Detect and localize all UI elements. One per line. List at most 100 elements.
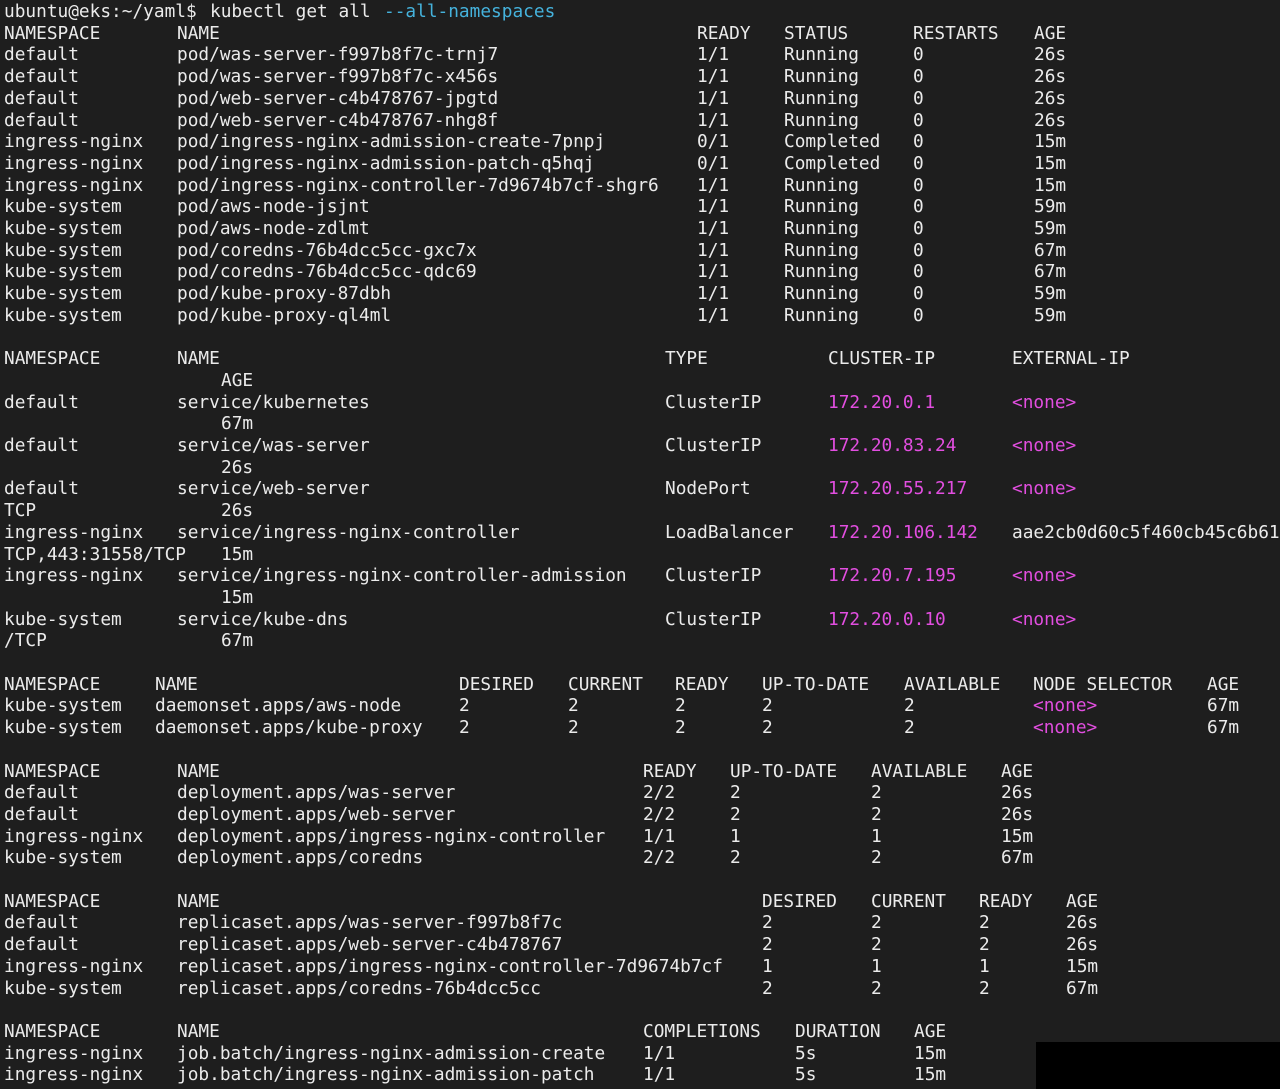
pod-cell-age: 59m bbox=[1034, 218, 1067, 239]
pod-cell-age: 15m bbox=[1034, 131, 1067, 153]
pod-cell-name: pod/aws-node-jsjnt bbox=[177, 196, 370, 218]
pod-cell-namespace: ingress-nginx bbox=[4, 174, 144, 196]
replicaset-cell-ready: 2 bbox=[979, 912, 990, 934]
job-cell-name: job.batch/ingress-nginx-admission-create bbox=[177, 1042, 606, 1064]
pod-cell-ready: 1/1 bbox=[697, 174, 730, 196]
replicaset-cell-desired: 1 bbox=[762, 955, 773, 977]
deployment-cell-namespace: default bbox=[4, 803, 79, 825]
pod-cell-age: 26s bbox=[1034, 44, 1067, 66]
pod-cell-namespace: kube-system bbox=[4, 196, 122, 218]
command-flag: --all-namespaces bbox=[384, 1, 556, 22]
prompt-line: ubuntu@eks:~/yaml$ kubectl get all --all… bbox=[4, 1, 555, 23]
replicaset-cell-namespace: ingress-nginx bbox=[4, 955, 144, 977]
deployment-cell-up-to-date: 1 bbox=[730, 825, 741, 847]
column-header-name: NAME bbox=[155, 673, 198, 695]
service-cell-age: 15m bbox=[221, 543, 254, 565]
pod-cell-restarts: 0 bbox=[913, 44, 924, 66]
column-header-restarts: RESTARTS bbox=[913, 22, 999, 44]
column-header-age: AGE bbox=[1034, 22, 1067, 44]
pod-cell-status: Completed bbox=[784, 131, 881, 153]
pod-cell-status: Running bbox=[784, 87, 859, 109]
service-cell-ports-wrap: TCP,443:31558/TCP bbox=[4, 543, 186, 565]
terminal-window[interactable]: ubuntu@eks:~/yaml$ kubectl get all --all… bbox=[0, 0, 1280, 1089]
pod-cell-name: pod/web-server-c4b478767-jpgtd bbox=[177, 87, 499, 109]
daemonset-cell-desired: 2 bbox=[459, 717, 470, 739]
deployment-cell-available: 1 bbox=[871, 825, 882, 847]
column-header-age: AGE bbox=[1066, 890, 1099, 912]
pod-cell-ready: 1/1 bbox=[697, 304, 730, 326]
pod-cell-age: 15m bbox=[1034, 152, 1067, 174]
pod-cell-status: Running bbox=[784, 196, 859, 218]
deployment-cell-name: deployment.apps/was-server bbox=[177, 782, 456, 804]
pod-cell-name: pod/was-server-f997b8f7c-x456s bbox=[177, 66, 499, 88]
pod-cell-ready: 1/1 bbox=[697, 87, 730, 109]
replicaset-cell-ready: 2 bbox=[979, 934, 990, 956]
job-cell-duration: 5s bbox=[795, 1064, 817, 1086]
column-header-age: AGE bbox=[1207, 673, 1240, 695]
column-header-name: NAME bbox=[177, 22, 220, 44]
pod-cell-ready: 1/1 bbox=[697, 66, 730, 88]
daemonset-cell-namespace: kube-system bbox=[4, 717, 122, 739]
daemonset-cell-available: 2 bbox=[904, 695, 915, 717]
pod-cell-name: pod/ingress-nginx-admission-patch-q5hqj bbox=[177, 152, 595, 174]
replicaset-cell-namespace: kube-system bbox=[4, 977, 122, 999]
deployment-cell-ready: 2/2 bbox=[643, 803, 676, 825]
service-cell-age: 67m bbox=[221, 630, 254, 652]
daemonset-cell-up-to-date: 2 bbox=[762, 695, 773, 717]
service-cell-age: 15m bbox=[221, 586, 254, 608]
column-header-ready: READY bbox=[643, 760, 697, 782]
deployment-cell-ready: 1/1 bbox=[643, 825, 676, 847]
pod-cell-restarts: 0 bbox=[913, 261, 924, 283]
column-header-available: AVAILABLE bbox=[871, 760, 968, 782]
deployment-cell-namespace: kube-system bbox=[4, 847, 122, 869]
service-cell-type: ClusterIP bbox=[665, 391, 762, 413]
service-cell-namespace: default bbox=[4, 478, 79, 500]
replicaset-cell-age: 26s bbox=[1066, 934, 1099, 956]
pod-cell-ready: 0/1 bbox=[697, 131, 730, 153]
column-header-namespace: NAMESPACE bbox=[4, 22, 101, 44]
pod-cell-name: pod/web-server-c4b478767-nhg8f bbox=[177, 109, 499, 131]
deployment-cell-available: 2 bbox=[871, 803, 882, 825]
deployment-cell-up-to-date: 2 bbox=[730, 803, 741, 825]
column-header-type: TYPE bbox=[665, 348, 708, 370]
shell-prompt: ubuntu@eks:~/yaml$ bbox=[4, 1, 197, 22]
column-header-name: NAME bbox=[177, 890, 220, 912]
replicaset-cell-age: 15m bbox=[1066, 955, 1099, 977]
deployment-cell-namespace: default bbox=[4, 782, 79, 804]
pod-cell-age: 67m bbox=[1034, 261, 1067, 283]
service-cell-cluster-ip: 172.20.0.1 bbox=[828, 391, 936, 413]
pod-cell-restarts: 0 bbox=[913, 109, 924, 131]
service-cell-namespace: kube-system bbox=[4, 608, 122, 630]
daemonset-cell-current: 2 bbox=[568, 717, 579, 739]
pod-cell-restarts: 0 bbox=[913, 174, 924, 196]
service-cell-name: service/ingress-nginx-controller bbox=[177, 521, 520, 543]
replicaset-cell-desired: 2 bbox=[762, 934, 773, 956]
replicaset-cell-age: 26s bbox=[1066, 912, 1099, 934]
column-header-ready: READY bbox=[675, 673, 729, 695]
service-cell-cluster-ip: 172.20.7.195 bbox=[828, 565, 957, 587]
deployment-cell-up-to-date: 2 bbox=[730, 847, 741, 869]
replicaset-cell-current: 2 bbox=[871, 912, 882, 934]
pod-cell-namespace: default bbox=[4, 109, 79, 131]
service-cell-cluster-ip: 172.20.55.217 bbox=[828, 478, 968, 500]
daemonset-cell-age: 67m bbox=[1207, 717, 1240, 739]
pod-cell-restarts: 0 bbox=[913, 239, 924, 261]
replicaset-cell-current: 2 bbox=[871, 934, 882, 956]
column-header-name: NAME bbox=[177, 760, 220, 782]
column-header-namespace: NAMESPACE bbox=[4, 890, 101, 912]
deployment-cell-age: 26s bbox=[1001, 803, 1034, 825]
replicaset-cell-namespace: default bbox=[4, 934, 79, 956]
daemonset-cell-name: daemonset.apps/kube-proxy bbox=[155, 717, 423, 739]
column-header-external-ip: EXTERNAL-IP bbox=[1012, 348, 1130, 370]
pod-cell-namespace: kube-system bbox=[4, 239, 122, 261]
pod-cell-status: Running bbox=[784, 174, 859, 196]
daemonset-cell-up-to-date: 2 bbox=[762, 717, 773, 739]
service-cell-name: service/ingress-nginx-controller-admissi… bbox=[177, 565, 627, 587]
job-cell-name: job.batch/ingress-nginx-admission-patch bbox=[177, 1064, 595, 1086]
service-cell-age: 26s bbox=[221, 500, 254, 522]
pod-cell-ready: 1/1 bbox=[697, 261, 730, 283]
replicaset-cell-name: replicaset.apps/web-server-c4b478767 bbox=[177, 934, 563, 956]
daemonset-cell-ready: 2 bbox=[675, 695, 686, 717]
column-header-namespace: NAMESPACE bbox=[4, 673, 101, 695]
column-header-available: AVAILABLE bbox=[904, 673, 1001, 695]
